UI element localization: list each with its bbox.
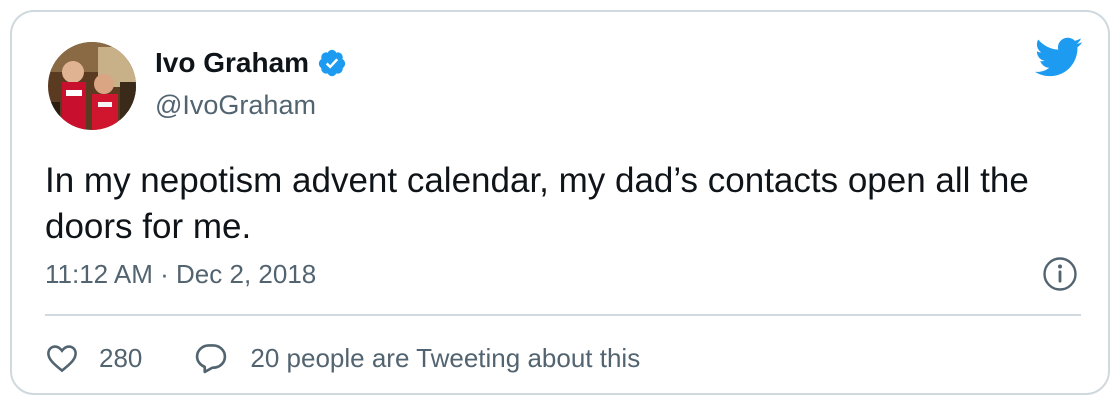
divider bbox=[45, 314, 1081, 316]
info-icon[interactable] bbox=[1042, 256, 1078, 292]
display-name[interactable]: Ivo Graham bbox=[155, 47, 309, 79]
twitter-bird-icon[interactable] bbox=[1033, 36, 1083, 80]
tweet-timestamp[interactable]: 11:12 AM · Dec 2, 2018 bbox=[45, 259, 316, 290]
tweet-card[interactable]: Ivo Graham @IvoGraham In my nepotism adv… bbox=[10, 10, 1110, 395]
heart-icon bbox=[47, 345, 77, 373]
user-handle[interactable]: @IvoGraham bbox=[155, 90, 316, 121]
name-row: Ivo Graham bbox=[155, 46, 347, 80]
like-button[interactable]: 280 bbox=[45, 343, 142, 374]
speech-bubble-icon bbox=[196, 344, 227, 374]
reply-text: 20 people are Tweeting about this bbox=[250, 342, 641, 373]
like-count: 280 bbox=[99, 342, 143, 373]
action-bar: 280 20 people are Tweeting about this bbox=[45, 338, 640, 378]
tweet-text: In my nepotism advent calendar, my dad’s… bbox=[45, 161, 1029, 246]
reply-button[interactable]: 20 people are Tweeting about this bbox=[194, 342, 640, 374]
verified-badge-icon bbox=[317, 48, 347, 78]
avatar[interactable] bbox=[48, 42, 136, 130]
